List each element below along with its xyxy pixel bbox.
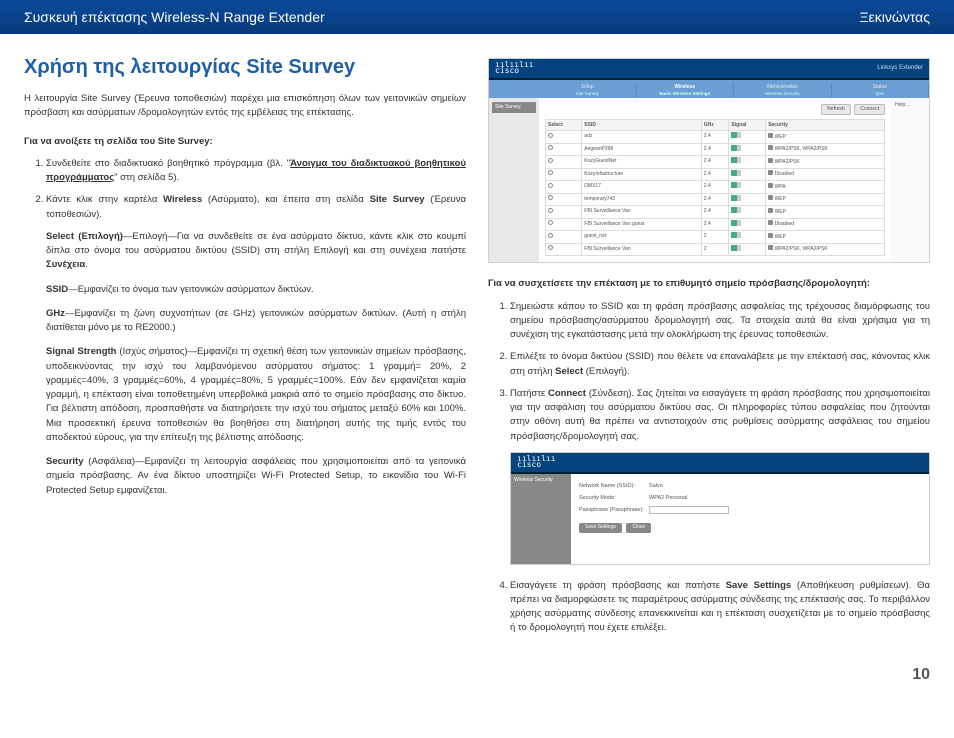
close-button: Close bbox=[626, 523, 651, 533]
table-row: adz2.4 WEP bbox=[546, 131, 885, 144]
header-right: Ξεκινώντας bbox=[859, 9, 930, 25]
left-column: Χρήση της λειτουργίας Site Survey Η λειτ… bbox=[24, 52, 466, 644]
save-settings-button: Save Settings bbox=[579, 523, 622, 533]
nav-setup: SetupSite Survey bbox=[539, 83, 637, 98]
nav-wireless: WirelessBasic Wireless Settings bbox=[637, 83, 735, 98]
fig-nav: SetupSite Survey WirelessBasic Wireless … bbox=[489, 80, 929, 98]
steps-left: Συνδεθείτε στο διαδικτυακό βοηθητικό πρό… bbox=[24, 157, 466, 222]
row-secmode: Security Mode:WPA2 Personal bbox=[579, 494, 921, 502]
fig-sidebar: Site Survey bbox=[489, 98, 539, 263]
fig-title: Linksys Extender bbox=[877, 64, 923, 73]
intro-text: Η λειτουργία Site Survey (Έρευνα τοποθεσ… bbox=[24, 92, 466, 121]
right-column: ıılıılııcisco Linksys Extender SetupSite… bbox=[488, 52, 930, 644]
figure-site-survey: ıılıılııcisco Linksys Extender SetupSite… bbox=[488, 58, 930, 263]
step-2: Κάντε κλικ στην καρτέλα Wireless (Ασύρμα… bbox=[46, 193, 466, 222]
nav-status: StatusQoS bbox=[832, 83, 930, 98]
table-row: FBI Surveillance Van guest2.4 Disabled bbox=[546, 218, 885, 231]
nav-admin: AdministrationWireless Security bbox=[734, 83, 832, 98]
cisco-logo: ıılıılııcisco bbox=[517, 456, 556, 469]
fig2-buttons: Save Settings Close bbox=[579, 523, 921, 533]
step-r3: Πατήστε Connect (Σύνδεση). Σας ζητείται … bbox=[510, 387, 930, 444]
header-left: Συσκευή επέκτασης Wireless-N Range Exten… bbox=[24, 9, 325, 25]
th-signal: Signal bbox=[729, 120, 766, 131]
steps-right: Σημειώστε κάπου το SSID και τη φράση πρό… bbox=[488, 300, 930, 444]
steps-right-cont: Εισαγάγετε τη φράση πρόσβασης και πατήστ… bbox=[488, 579, 930, 636]
table-row: FBI Surveillance Van2.4 WEP bbox=[546, 206, 885, 219]
fig2-sidebar: Wireless Security bbox=[511, 474, 571, 564]
connect-button: Connect bbox=[854, 104, 885, 116]
table-row: KozyGuestNet2.4 WPA2/PSK bbox=[546, 156, 885, 169]
page-number: 10 bbox=[0, 662, 954, 694]
sidebar-item-sitesurvey: Site Survey bbox=[492, 102, 536, 114]
step-1: Συνδεθείτε στο διαδικτυακό βοηθητικό πρό… bbox=[46, 157, 466, 186]
figure-wireless-security: ıılıılııcisco Wireless Security Network … bbox=[510, 452, 930, 565]
table-row: KozyInfastructure2.4 Disabled bbox=[546, 168, 885, 181]
refresh-button: Refresh bbox=[821, 104, 851, 116]
step-r2: Επιλέξτε το όνομα δικτύου (SSID) που θέλ… bbox=[510, 350, 930, 379]
row-ssid: Network Name (SSID):Salvo bbox=[579, 482, 921, 490]
fig2-body: Wireless Security Network Name (SSID):Sa… bbox=[511, 474, 929, 564]
th-ssid: SSID bbox=[582, 120, 701, 131]
page-title: Χρήση της λειτουργίας Site Survey bbox=[24, 52, 466, 82]
page-content: Χρήση της λειτουργίας Site Survey Η λειτ… bbox=[0, 34, 954, 662]
def-signal: Signal Strength (Ισχύς σήματος)—Εμφανίζε… bbox=[46, 345, 466, 445]
subheading-open-survey: Για να ανοίξετε τη σελίδα του Site Surve… bbox=[24, 135, 466, 149]
step-r4: Εισαγάγετε τη φράση πρόσβασης και πατήστ… bbox=[510, 579, 930, 636]
th-security: Security bbox=[766, 120, 885, 131]
fig-help: Help... bbox=[891, 98, 929, 263]
survey-table: Select SSID GHz Signal Security adz2.4 W… bbox=[545, 119, 885, 256]
row-passphrase: Passphrase (Passphrase): bbox=[579, 506, 921, 517]
def-security: Security (Ασφάλεια)—Εμφανίζει τη λειτουρ… bbox=[46, 455, 466, 498]
subheading-associate: Για να συσχετίσετε την επέκταση με το επ… bbox=[488, 277, 930, 291]
def-ssid: SSID—Εμφανίζει το όνομα των γειτονικών α… bbox=[46, 283, 466, 297]
table-row: AegeanP2982.4 WPA2/PSK, WPA2/PSK bbox=[546, 143, 885, 156]
fig2-main: Network Name (SSID):Salvo Security Mode:… bbox=[571, 474, 929, 564]
table-row: DMX172.4 WPA bbox=[546, 181, 885, 194]
table-row: temporary7422.4 WEP bbox=[546, 193, 885, 206]
cisco-logo: ıılıılııcisco bbox=[495, 62, 534, 75]
definitions: Select (Επιλογή)—Επιλογή—Για να συνδεθεί… bbox=[24, 230, 466, 498]
fig-header: ıılıılııcisco Linksys Extender bbox=[489, 59, 929, 80]
th-ghz: GHz bbox=[701, 120, 729, 131]
def-ghz: GHz—Εμφανίζει τη ζώνη συχνοτήτων (σε GHz… bbox=[46, 307, 466, 336]
fig2-header: ıılıılııcisco bbox=[511, 453, 929, 474]
fig-buttons: Refresh Connect bbox=[545, 104, 885, 116]
def-select: Select (Επιλογή)—Επιλογή—Για να συνδεθεί… bbox=[46, 230, 466, 273]
fig-main: Refresh Connect Select SSID GHz Signal S… bbox=[539, 98, 891, 263]
document-header: Συσκευή επέκτασης Wireless-N Range Exten… bbox=[0, 0, 954, 34]
table-row: guest_net2 WEP bbox=[546, 231, 885, 244]
passphrase-input bbox=[649, 506, 729, 514]
fig-body: Site Survey Refresh Connect Select SSID … bbox=[489, 98, 929, 263]
table-row: FBI Surveillance Van2 WPA2/PSK, WPA2/PSK bbox=[546, 243, 885, 256]
step-r1: Σημειώστε κάπου το SSID και τη φράση πρό… bbox=[510, 300, 930, 343]
th-select: Select bbox=[546, 120, 582, 131]
